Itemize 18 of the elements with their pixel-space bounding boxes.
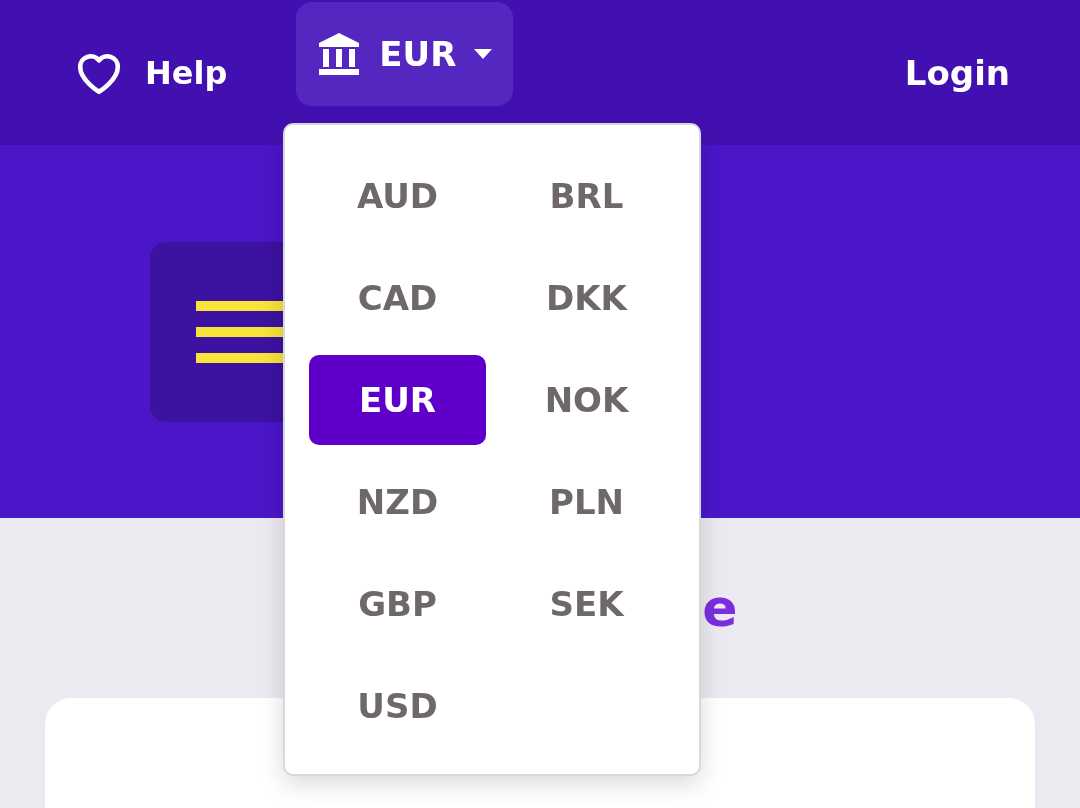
heading: e xyxy=(702,578,738,638)
currency-option[interactable]: BRL xyxy=(498,151,675,241)
currency-option[interactable]: AUD xyxy=(309,151,486,241)
caret-icon xyxy=(474,48,493,59)
currency-option[interactable]: DKK xyxy=(498,253,675,343)
bank-icon xyxy=(317,30,362,77)
menu-icon[interactable] xyxy=(196,301,286,363)
currency-option[interactable]: NZD xyxy=(309,457,486,547)
currency-option[interactable]: SEK xyxy=(498,559,675,649)
login-link[interactable]: Login xyxy=(904,52,1010,93)
currency-option[interactable]: GBP xyxy=(309,559,486,649)
currency-option[interactable]: EUR xyxy=(309,355,486,445)
help-link[interactable]: Help xyxy=(73,49,228,96)
currency-option[interactable]: USD xyxy=(309,661,486,751)
currency-option[interactable]: PLN xyxy=(498,457,675,547)
currency-option[interactable]: NOK xyxy=(498,355,675,445)
currency-button[interactable]: EUR xyxy=(296,1,514,106)
currency-option[interactable]: CAD xyxy=(309,253,486,343)
